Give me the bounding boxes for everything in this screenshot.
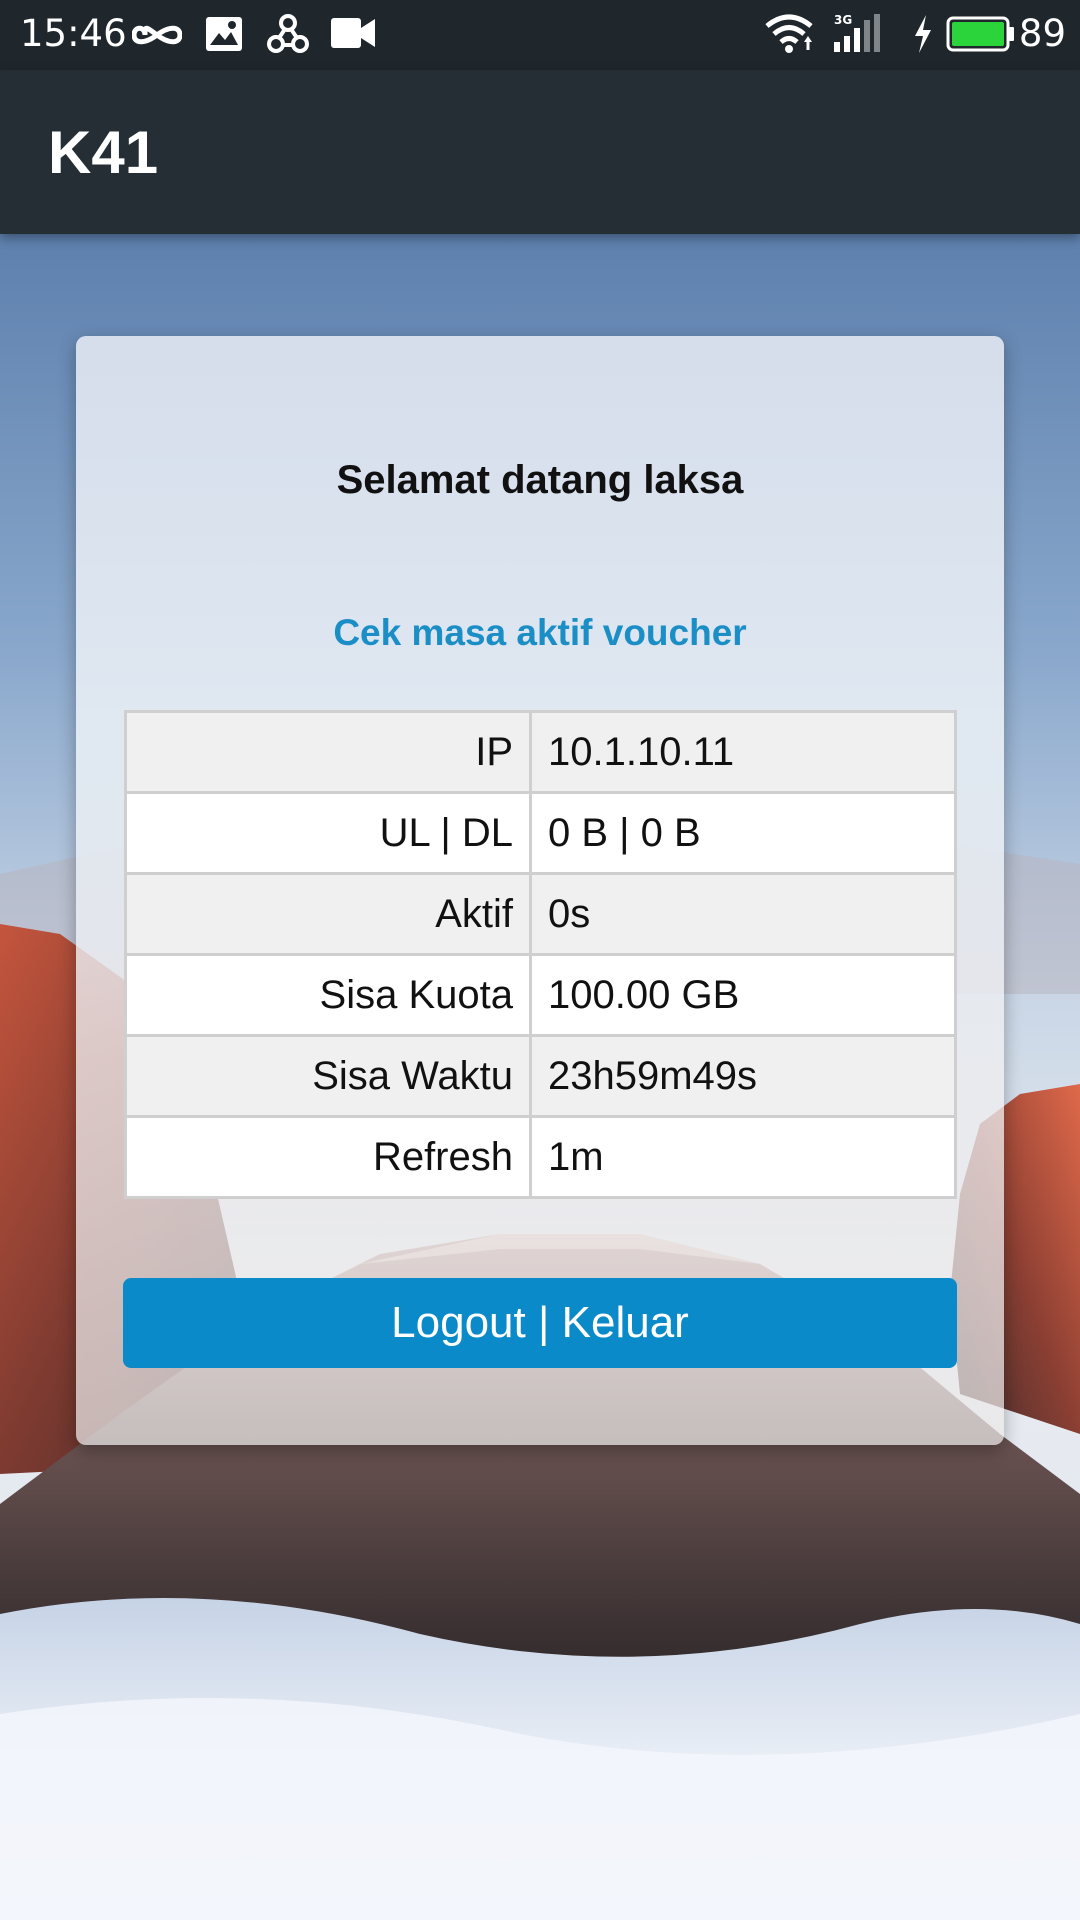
row-value-refresh: 1m <box>529 1115 957 1199</box>
table-row: UL | DL 0 B | 0 B <box>124 791 957 875</box>
row-label-refresh: Refresh <box>124 1115 532 1199</box>
table-row: IP 10.1.10.11 <box>124 710 957 794</box>
table-row: Sisa Waktu 23h59m49s <box>124 1034 957 1118</box>
check-voucher-link[interactable]: Cek masa aktif voucher <box>76 612 1004 654</box>
logout-button[interactable]: Logout | Keluar <box>123 1278 957 1368</box>
row-value-sisa-waktu: 23h59m49s <box>529 1034 957 1118</box>
row-label-ip: IP <box>124 710 532 794</box>
app-title: K41 <box>48 119 159 186</box>
screen: 15:46 3G 89 K41 Selamat datang laksa Cek… <box>0 0 1080 1920</box>
table-row: Sisa Kuota 100.00 GB <box>124 953 957 1037</box>
welcome-heading: Selamat datang laksa <box>336 458 744 502</box>
row-label-sisa-waktu: Sisa Waktu <box>124 1034 532 1118</box>
app-bar: K41 <box>0 70 1080 234</box>
share-icon <box>266 12 310 61</box>
row-value-sisa-kuota: 100.00 GB <box>529 953 957 1037</box>
session-info-table: IP 10.1.10.11 UL | DL 0 B | 0 B Aktif 0s… <box>124 710 957 1199</box>
charging-icon <box>912 14 934 59</box>
signal-icon: 3G <box>832 12 892 59</box>
network-type-label: 3G <box>834 13 852 27</box>
video-camera-icon <box>330 16 376 55</box>
row-label-aktif: Aktif <box>124 872 532 956</box>
row-label-ul-dl: UL | DL <box>124 791 532 875</box>
status-time: 15:46 <box>20 12 127 55</box>
row-value-ip: 10.1.10.11 <box>529 710 957 794</box>
battery-icon <box>946 16 1016 57</box>
image-icon <box>204 14 244 59</box>
status-bar: 15:46 3G 89 <box>0 0 1080 70</box>
wifi-icon <box>764 12 814 59</box>
table-row: Refresh 1m <box>124 1115 957 1199</box>
row-label-sisa-kuota: Sisa Kuota <box>124 953 532 1037</box>
battery-percent: 89 <box>1018 12 1066 55</box>
table-row: Aktif 0s <box>124 872 957 956</box>
row-value-aktif: 0s <box>529 872 957 956</box>
session-card: Selamat datang laksa Cek masa aktif vouc… <box>76 336 1004 1445</box>
row-value-ul-dl: 0 B | 0 B <box>529 791 957 875</box>
infinity-icon <box>131 18 183 57</box>
